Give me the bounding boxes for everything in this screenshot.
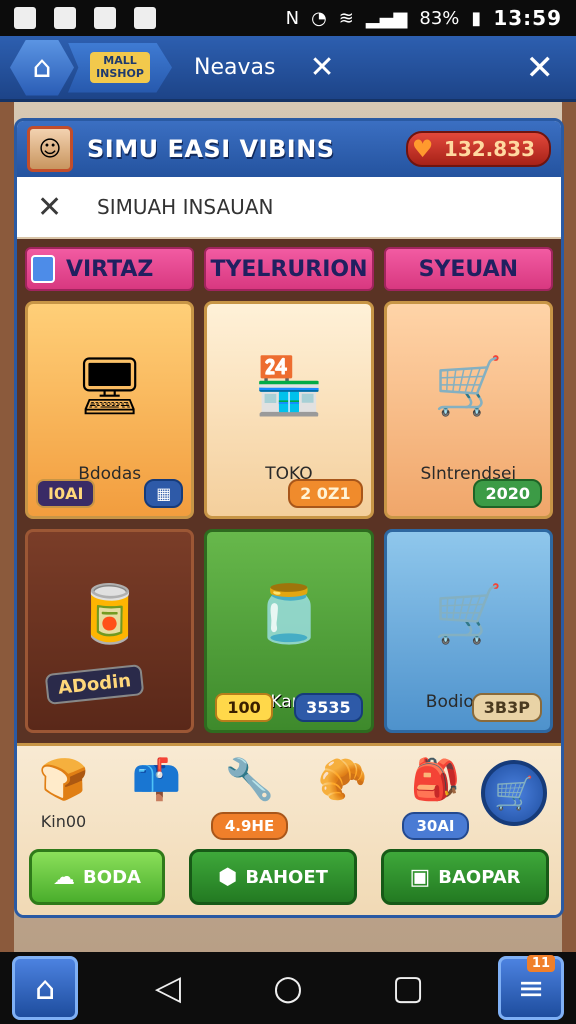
item-card[interactable]: 🖥 Bdodas I0AI ▦ [25,301,195,519]
item-card[interactable]: 🥫 ADodin [25,529,195,733]
tab-label: VIRTAZ [65,256,154,282]
tray-item-bread[interactable]: 🍞 Kin00 [22,756,106,840]
notification-badge: 11 [526,955,555,972]
tab-label: SYEUAN [418,256,519,282]
tray-chip: 4.9HE [210,812,289,840]
bottom-nav: ⌂ ◁ ○ ▢ ≡ 11 [0,952,576,1024]
tab-category-3[interactable]: SYEUAN [383,247,553,291]
bag-icon: 🎒 [410,757,461,803]
croissant-icon: 🥐 [317,757,368,803]
resource-tray: 🍞 Kin00 📫 🔧 4.9HE 🥐 🎒 30AI 🛒 ☁ BODA ⬢ BA… [17,743,561,915]
item-tag: 100 [215,693,273,722]
avatar[interactable]: ☺ [27,126,73,172]
tray-label: Kin00 [40,812,87,831]
home-circle-icon[interactable]: ○ [258,968,318,1008]
status-bar: N ◔ ≋ ▂▄▆ 83% ▮ 13:59 [0,0,576,36]
item-price: 3B3P [471,693,542,722]
action-label: BAOPAR [438,866,521,888]
cart-icon: 🛒 [433,582,504,647]
alarm-icon: ◔ [311,7,327,29]
item-price: 2020 [473,479,542,508]
tab-close-icon[interactable]: ✕ [309,50,334,85]
back-icon[interactable]: ◁ [138,968,198,1008]
search-bar[interactable]: ✕ SIMUAH INSAUAN [17,177,561,239]
panel-title: SIMU EASI VIBINS [87,135,335,163]
coin-amount: 132.833 [443,137,535,161]
action-label: BAHOET [245,866,328,888]
home-icon: ⌂ [34,969,56,1007]
phone-icon [31,255,55,283]
home-button[interactable]: ⌂ [12,956,78,1020]
action-label: BODA [83,866,141,888]
cube-icon: ⬢ [218,864,238,890]
tray-item-croissant[interactable]: 🥐 [301,756,385,840]
panel-header: ☺ SIMU EASI VIBINS ♥ 132.833 [17,121,561,177]
shopping-cart-button[interactable]: 🛒 [481,760,547,826]
search-label: SIMUAH INSAUAN [97,195,274,219]
action-button-2[interactable]: ⬢ BAHOET [189,849,357,905]
tray-item-bag[interactable]: 🎒 30AI [394,756,478,840]
tab-category-1[interactable]: VIRTAZ [25,247,195,291]
tray-item-tools[interactable]: 🔧 4.9HE [208,756,292,840]
electronics-icon: 🖥 [74,354,146,419]
nfc-icon: N [285,7,300,29]
item-grid: 🖥 Bdodas I0AI ▦ 🏪 TOKO 2 0Z1 🛒 Slntrends… [17,291,561,743]
camera-icon [94,7,116,29]
tools-icon[interactable]: ✕ [37,190,73,225]
category-tabs: VIRTAZ TYELRURION SYEUAN [17,239,561,291]
home-icon[interactable]: ⌂ [10,39,74,96]
signal-icon: ▂▄▆ [365,7,408,29]
menu-icon: ≡ [517,969,545,1007]
item-card[interactable]: 🛒 Slntrendsei 2020 [383,301,553,519]
tools-icon: 🔧 [224,757,275,803]
mailbox-icon: 📫 [131,757,182,803]
market-stall-icon: 🛒 [433,354,504,419]
shop-stall-icon: 🏪 [254,354,324,419]
shelf-icon: 🥫 [74,582,145,647]
jars-icon: 🫙 [254,582,324,647]
notification-icon [14,7,36,29]
gallery-icon [54,7,76,29]
cart-icon: 🛒 [494,774,534,812]
logo-badge: MALL INSHOP [90,52,150,83]
battery-icon: ▮ [471,7,482,29]
battery-level: 83% [419,7,460,29]
close-icon[interactable]: ✕ [526,48,555,88]
coin-balance[interactable]: ♥ 132.833 [405,131,551,167]
nav-title[interactable]: Neavas [194,55,275,80]
main-panel: ☺ SIMU EASI VIBINS ♥ 132.833 ✕ SIMUAH IN… [14,118,564,918]
tray-chip: 30AI [402,812,469,840]
app-logo[interactable]: MALL INSHOP [68,42,172,93]
item-card[interactable]: 🛒 Bodiodors 3B3P [383,529,553,733]
recents-icon[interactable]: ▢ [378,968,438,1008]
tray-item-mailbox[interactable]: 📫 [115,756,199,840]
bread-icon: 🍞 [38,757,89,803]
bag-icon: ▣ [409,864,431,890]
tab-category-2[interactable]: TYELRURION [204,247,374,291]
tab-label: TYELRURION [210,256,368,282]
heart-icon: ♥ [411,135,434,163]
item-tag: I0AI [36,479,96,508]
item-card[interactable]: 🏪 TOKO 2 0Z1 [204,301,374,519]
wifi-icon: ≋ [338,7,354,29]
top-nav: ⌂ MALL INSHOP Neavas ✕ ✕ [0,36,576,102]
shield-icon [134,7,156,29]
menu-button[interactable]: ≡ 11 [498,955,564,1020]
action-button-1[interactable]: ☁ BODA [29,849,165,905]
clock: 13:59 [493,6,562,30]
box-icon: ▦ [144,479,184,508]
item-price: 3535 [294,693,363,722]
cloud-icon: ☁ [53,864,76,890]
item-card[interactable]: 🫙 Kars 100 3535 [204,529,374,733]
item-price: 2 0Z1 [288,479,363,508]
action-button-3[interactable]: ▣ BAOPAR [381,849,549,905]
